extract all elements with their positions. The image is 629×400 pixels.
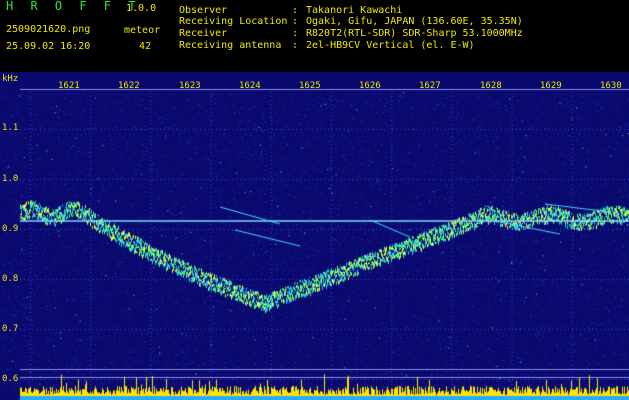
receiver-value: R820T2(RTL-SDR) SDR-Sharp 53.1000MHz [306,28,523,39]
location-value: Ogaki, Gifu, JAPAN (136.60E, 35.35N) [306,16,523,27]
meteor-count: 42 [139,41,152,52]
observer-value: Takanori Kawachi [306,5,403,16]
observer-colon: : [292,5,299,16]
x-tick-label: 1626 [359,81,381,91]
location-colon: : [292,16,299,27]
receiver-colon: : [292,28,299,39]
y-tick-label: 0.8 [2,274,19,284]
meteor-label: meteor [124,25,161,36]
spectrogram-waterfall [0,72,629,400]
x-tick-label: 1630 [600,81,622,91]
x-tick-label: 1629 [540,81,562,91]
y-tick-label: 1.0 [2,174,19,184]
x-tick-label: 1624 [239,81,261,91]
file-name: 2509021620.png [6,24,91,35]
x-tick-label: 1621 [58,81,80,91]
x-tick-label: 1627 [419,81,441,91]
antenna-colon: : [292,40,299,51]
observer-label: Observer [179,5,228,16]
x-tick-label: 1625 [299,81,321,91]
x-tick-label: 1622 [118,81,140,91]
y-tick-label: 0.6 [2,374,19,384]
x-tick-label: 1623 [179,81,201,91]
x-tick-label: 1628 [480,81,502,91]
y-tick-label: 0.7 [2,324,19,334]
app-brand: H R O F F T [6,0,141,13]
location-label: Receiving Location [179,16,288,27]
app-version: 1.0.0 [126,3,157,14]
capture-datetime: 25.09.02 16:20 [6,41,91,52]
antenna-value: 2el-HB9CV Vertical (el. E-W) [306,40,475,51]
hrofft-window: { "app": {"brand": "H R O F F T", "versi… [0,0,629,400]
antenna-label: Receiving antenna [179,40,282,51]
y-tick-label: 0.9 [2,224,19,234]
y-unit-label: kHz [2,74,19,84]
y-tick-label: 1.1 [2,123,19,133]
receiver-label: Receiver [179,28,228,39]
